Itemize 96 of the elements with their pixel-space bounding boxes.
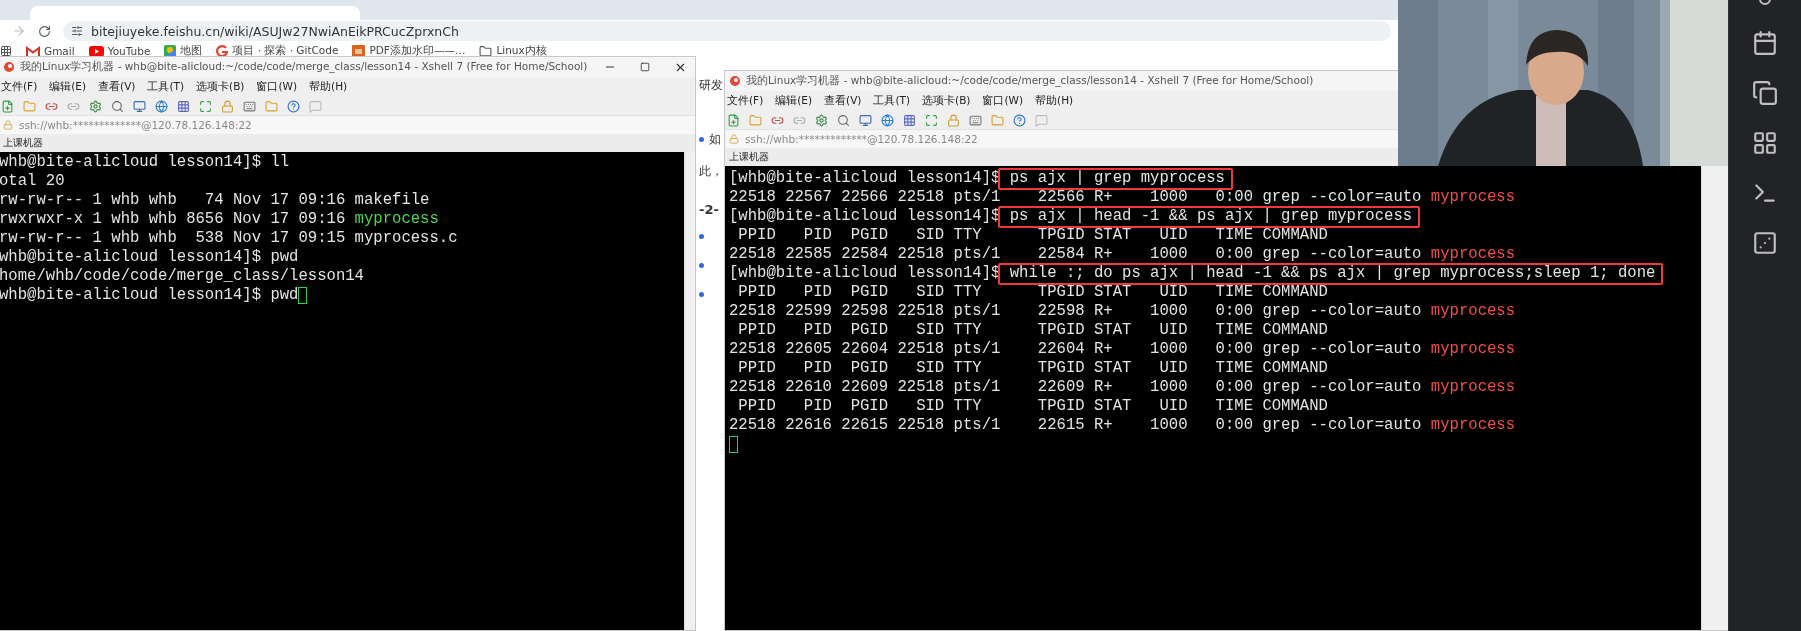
- forward-icon[interactable]: [12, 24, 26, 38]
- terminal-line: 22518 22567 22566 22518 pts/1 22566 R+ 1000 0:00 grep --color=auto myprocess: [729, 188, 1516, 207]
- toolbar-button[interactable]: [837, 113, 850, 127]
- map-pin-icon: [164, 45, 177, 57]
- bookmark[interactable]: YouTube: [88, 45, 151, 57]
- menu-item[interactable]: 工具(T): [873, 94, 911, 108]
- toolbar-button[interactable]: [815, 113, 828, 127]
- terminal-line: PPID PID PGID SID TTY TPGID STAT UID TIME COMMAND: [737, 397, 1328, 416]
- terminal-line: home/whb/code/code/merge_class/lesson14: [0, 267, 364, 286]
- page-text: 研发: [699, 76, 723, 94]
- toolbar-button[interactable]: [155, 99, 168, 113]
- toolbar-button[interactable]: [749, 113, 762, 127]
- bookmark[interactable]: Linux内核: [479, 44, 547, 58]
- mail-icon: [26, 45, 40, 57]
- menu-item[interactable]: 文件(F): [727, 94, 764, 108]
- toolbar-button[interactable]: [1, 99, 14, 113]
- toolbar-button[interactable]: [221, 99, 234, 113]
- menu-item[interactable]: 查看(V): [824, 94, 862, 108]
- page-text: 如: [709, 130, 721, 148]
- page-text: -2-: [699, 201, 719, 217]
- toolbar-button[interactable]: [991, 113, 1004, 127]
- toolbar-button[interactable]: [969, 113, 982, 127]
- terminal-line: rw-rw-r-- 1 whb whb 74 Nov 17 09:16 makefile: [0, 191, 430, 210]
- menu-item[interactable]: 选项卡(B): [922, 94, 971, 108]
- bookmark[interactable]: Gmail: [26, 45, 75, 57]
- terminal-line: PPID PID PGID SID TTY TPGID STAT UID TIME COMMAND: [737, 321, 1328, 340]
- dice-icon[interactable]: [1752, 230, 1778, 256]
- toolbar-button[interactable]: [727, 113, 740, 127]
- menu-item[interactable]: 窗口(W): [256, 80, 298, 94]
- bullet-dot: [699, 291, 704, 297]
- terminal-line: 22518 22610 22609 22518 pts/1 22609 R+ 1000 0:00 grep --color=auto myprocess: [729, 378, 1516, 397]
- terminal-line: whb@bite-alicloud lesson14]$ pwd: [0, 248, 299, 267]
- terminal-line: 22518 22616 22615 22518 pts/1 22615 R+ 1000 0:00 grep --color=auto myprocess: [729, 416, 1516, 435]
- toolbar-button[interactable]: [1013, 113, 1026, 127]
- arc-icon: [216, 45, 229, 57]
- toolbar-button[interactable]: [265, 99, 278, 113]
- grid-icon[interactable]: [1752, 130, 1778, 156]
- terminal-line: rwxrwxr-x 1 whb whb 8656 Nov 17 09:16 myprocess: [0, 210, 439, 229]
- bookmark[interactable]: 项目 · 探索 · GitCode: [216, 44, 339, 58]
- bookmark[interactable]: PDF添加水印——…: [352, 44, 466, 58]
- toolbar-button[interactable]: [243, 99, 256, 113]
- toolbar-button[interactable]: [947, 113, 960, 127]
- toolbar-button[interactable]: [23, 99, 36, 113]
- toolbar-button[interactable]: [287, 99, 300, 113]
- toolbar-button[interactable]: [133, 99, 146, 113]
- terminal-line: rw-rw-r-- 1 whb whb 538 Nov 17 09:15 myprocess.c: [0, 229, 458, 248]
- toolbar-button[interactable]: [881, 113, 894, 127]
- bullet-dot: [699, 233, 704, 239]
- menu-item[interactable]: 编辑(E): [775, 94, 813, 108]
- menu-item[interactable]: 编辑(E): [49, 80, 87, 94]
- address-bar[interactable]: bitejiuyeke.feishu.cn/wiki/ASUJw27NwiAnEikPRCucZprxnCh: [63, 21, 1391, 41]
- session-tab[interactable]: 上课机器: [3, 136, 43, 150]
- toolbar-button[interactable]: [859, 113, 872, 127]
- calendar-icon[interactable]: [1752, 30, 1778, 56]
- apps-icon[interactable]: [0, 45, 12, 57]
- toolbar-button[interactable]: [903, 113, 916, 127]
- window-title: 我的Linux学习机器 - whb@bite-alicloud:~/code/code/merge_class/lesson14 - Xshell 7 (Free for Home/School): [20, 60, 589, 74]
- maximize-icon[interactable]: [640, 62, 650, 72]
- bullet-dot: [699, 262, 704, 268]
- bookmark[interactable]: 地图: [164, 44, 203, 58]
- toolbar-button[interactable]: [177, 99, 190, 113]
- terminal-line: 22518 22585 22584 22518 pts/1 22584 R+ 1000 0:00 grep --color=auto myprocess: [729, 245, 1516, 264]
- folder-icon: [479, 44, 493, 58]
- terminal-line: otal 20: [0, 172, 65, 191]
- terminal-line: [whb@bite-alicloud lesson14]$ ps ajx | head -1 && ps ajx | grep myprocess: [729, 207, 1413, 226]
- lock-icon: [3, 120, 13, 130]
- terminal-line: PPID PID PGID SID TTY TPGID STAT UID TIME COMMAND: [737, 359, 1328, 378]
- menu-item[interactable]: 选项卡(B): [196, 80, 245, 94]
- toolbar-button[interactable]: [925, 113, 938, 127]
- menu-item[interactable]: 文件(F): [1, 80, 38, 94]
- terminal-line: PPID PID PGID SID TTY TPGID STAT UID TIME COMMAND: [737, 283, 1328, 302]
- terminal-line: 22518 22599 22598 22518 pts/1 22598 R+ 1000 0:00 grep --color=auto myprocess: [729, 302, 1516, 321]
- app-icon: [729, 75, 741, 87]
- menu-item[interactable]: 工具(T): [147, 80, 185, 94]
- menu-item[interactable]: 帮助(H): [1035, 94, 1074, 108]
- terminal-line: [whb@bite-alicloud lesson14]$ ps ajx | grep myprocess: [729, 169, 1225, 188]
- menu-item[interactable]: 帮助(H): [309, 80, 348, 94]
- copy-icon[interactable]: [1752, 80, 1778, 106]
- terminal-line: [whb@bite-alicloud lesson14]$ while :; do ps ajx | head -1 && ps ajx | grep myprocess;sleep 1; done: [729, 264, 1656, 283]
- window-title: 我的Linux学习机器 - whb@bite-alicloud:~/code/code/merge_class/lesson14 - Xshell 7 (Free for Home/School): [746, 74, 1315, 88]
- site-settings-icon[interactable]: [71, 25, 83, 37]
- terminal-line: whb@bite-alicloud lesson14]$ pwd: [0, 286, 299, 305]
- app-icon: [3, 61, 15, 73]
- reload-icon[interactable]: [38, 24, 51, 38]
- session-tab[interactable]: 上课机器: [729, 150, 769, 164]
- bullet-dot: [699, 136, 704, 142]
- lock-icon: [729, 134, 739, 144]
- menu-item[interactable]: 窗口(W): [982, 94, 1024, 108]
- page-text: 此，: [699, 162, 723, 180]
- terminal-line: PPID PID PGID SID TTY TPGID STAT UID TIME COMMAND: [737, 226, 1328, 245]
- toolbar-button[interactable]: [199, 99, 212, 113]
- toolbar-button[interactable]: [111, 99, 124, 113]
- terminal-line: 22518 22605 22604 22518 pts/1 22604 R+ 1000 0:00 grep --color=auto myprocess: [729, 340, 1516, 359]
- toolbar-button[interactable]: [89, 99, 102, 113]
- menu-item[interactable]: 查看(V): [98, 80, 136, 94]
- terminal-line: whb@bite-alicloud lesson14]$ ll: [0, 153, 290, 172]
